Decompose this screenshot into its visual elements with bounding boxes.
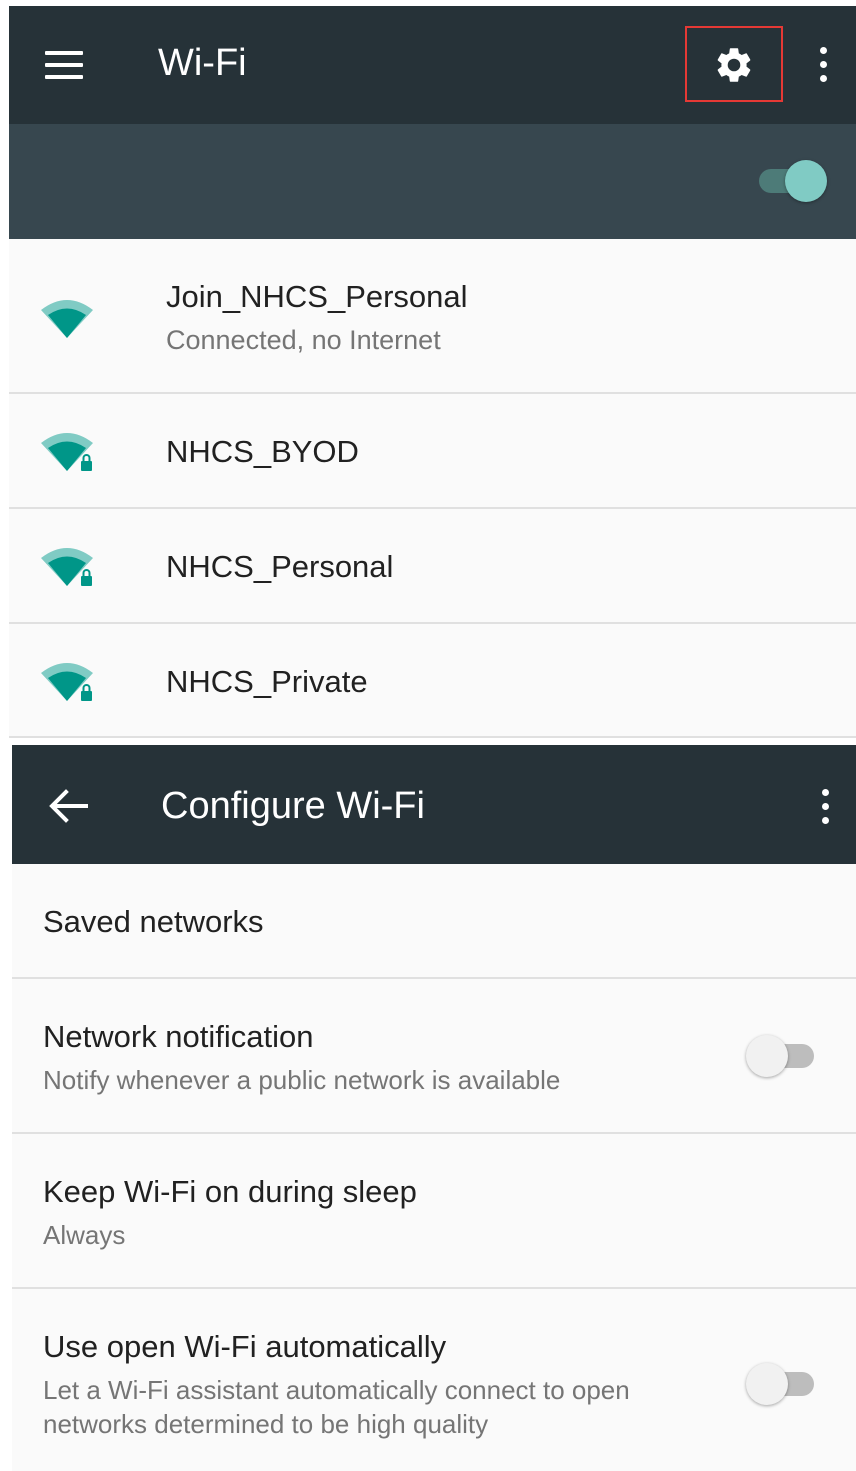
setting-saved-networks[interactable]: Saved networks [12, 864, 856, 979]
network-row-nhcs-byod[interactable]: NHCS_BYOD [9, 394, 856, 509]
page-title: Configure Wi-Fi [161, 785, 425, 827]
setting-title: Use open Wi-Fi automatically [43, 1329, 447, 1364]
network-notification-switch[interactable] [746, 1035, 816, 1077]
network-name: NHCS_Private [166, 664, 368, 699]
page-title: Wi-Fi [158, 42, 247, 84]
network-row-join-nhcs-personal[interactable]: Join_NHCS_Personal Connected, no Interne… [9, 239, 856, 394]
hamburger-menu-icon[interactable] [45, 51, 83, 79]
wifi-master-switch[interactable] [757, 160, 827, 202]
wifi-master-toggle-bar[interactable]: On [9, 124, 856, 322]
network-row-nhcs-private[interactable]: NHCS_Private [9, 624, 856, 738]
setting-keep-wifi-on-during-sleep[interactable]: Keep Wi-Fi on during sleep Always [12, 1134, 856, 1289]
wifi-signal-locked-icon [41, 433, 93, 471]
network-name: NHCS_Personal [166, 549, 394, 584]
wifi-signal-locked-icon [41, 663, 93, 701]
gear-icon[interactable] [713, 44, 755, 86]
setting-network-notification[interactable]: Network notification Notify whenever a p… [12, 979, 856, 1134]
wifi-app-bar: Wi-Fi [9, 6, 856, 124]
use-open-wifi-switch[interactable] [746, 1363, 816, 1405]
wifi-signal-icon [41, 300, 93, 338]
network-name: Join_NHCS_Personal [166, 279, 468, 314]
wifi-signal-locked-icon [41, 548, 93, 586]
setting-subtitle: Let a Wi-Fi assistant automatically conn… [43, 1375, 630, 1439]
setting-subtitle: Notify whenever a public network is avai… [43, 1065, 561, 1095]
setting-title: Keep Wi-Fi on during sleep [43, 1174, 417, 1209]
setting-title: Saved networks [43, 904, 264, 939]
more-vertical-icon[interactable] [820, 789, 830, 825]
more-vertical-icon[interactable] [818, 47, 828, 83]
configure-wifi-screen: Configure Wi-Fi Saved networks Network n… [12, 745, 856, 1471]
setting-subtitle: Always [43, 1220, 126, 1250]
configure-app-bar: Configure Wi-Fi [12, 745, 856, 864]
setting-use-open-wifi-automatically[interactable]: Use open Wi-Fi automatically Let a Wi-Fi… [12, 1289, 856, 1471]
setting-title: Network notification [43, 1019, 314, 1054]
network-status: Connected, no Internet [166, 325, 441, 355]
wifi-screen: Wi-Fi On Join_NHCS_Personal Connected, n… [9, 6, 856, 738]
network-name: NHCS_BYOD [166, 434, 359, 469]
arrow-back-icon[interactable] [48, 789, 88, 823]
network-row-nhcs-personal[interactable]: NHCS_Personal [9, 509, 856, 624]
